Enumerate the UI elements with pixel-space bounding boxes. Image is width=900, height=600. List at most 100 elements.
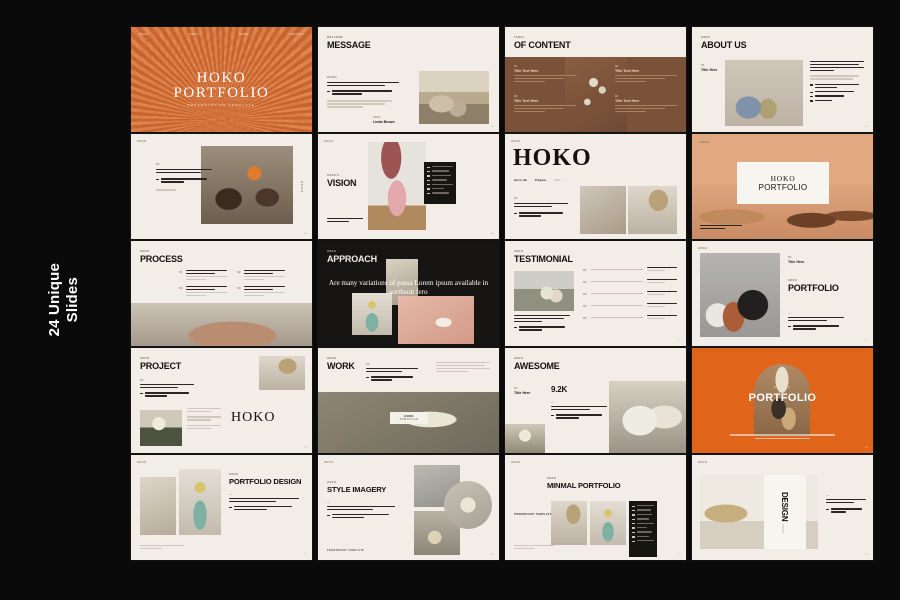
- page-number: 19: [677, 554, 681, 556]
- row-number: 01: [583, 267, 587, 272]
- dash-icon: [427, 188, 430, 190]
- side-label: 24 Unique Slides: [0, 0, 128, 600]
- content-body: 01 Title Text Here 02 Title Text Here 03…: [505, 57, 686, 132]
- cover-title: HOKO PORTFOLIO PRESENTATION TEMPLATE: [131, 70, 312, 107]
- photo-pink-vase: [368, 142, 426, 230]
- photo-vases: [725, 60, 803, 126]
- photo-clay-vase: [131, 303, 312, 346]
- slide-thumbnail-10[interactable]: HOKO APPROACH Are many variations of pas…: [318, 241, 499, 346]
- slide-thumbnail-15[interactable]: HOKO AWESOME 01 Title Here 9.2K —: [505, 348, 686, 453]
- dash-icon: [366, 376, 369, 379]
- slide-title: APPROACH: [327, 254, 377, 264]
- dash-icon: [427, 175, 430, 177]
- badge-card: HOKO PORTFOLIO: [390, 412, 428, 424]
- slide-thumbnail-11[interactable]: HOKO TESTIMONIAL 01 02 03 04 05 11: [505, 241, 686, 346]
- body-label: 01: [366, 362, 370, 366]
- slide-title: PROJECT: [140, 361, 182, 371]
- feature-list-box: [629, 501, 657, 557]
- photo-people: [419, 71, 489, 124]
- dash-icon: [632, 509, 635, 512]
- dash-icon: [810, 91, 813, 94]
- sub-number: 01: [701, 63, 705, 67]
- slide-thumbnail-02[interactable]: WELCOME MESSAGE HOKO CEO Linda Brown 02: [318, 27, 499, 132]
- dash-icon: [632, 536, 635, 538]
- toc-item-3[interactable]: 03 Title Text Here: [615, 65, 677, 84]
- corner-brand: HOKO: [324, 140, 334, 143]
- slide-title: PORTFOLIO DESIGN: [229, 477, 302, 486]
- meta-3: Hoko: [554, 179, 561, 182]
- dash-icon: [632, 505, 635, 507]
- dash-icon: [427, 184, 430, 186]
- slide-thumbnail-06[interactable]: HOKO HOKO'S VISION 06: [318, 134, 499, 239]
- sub-label: Title Here: [514, 391, 531, 395]
- slide-thumbnail-01[interactable]: HOKO INDEX WORK CONTACT HOKO PORTFOLIO P…: [131, 27, 312, 132]
- page-number: 18: [490, 554, 494, 556]
- toc-number: 01: [514, 65, 517, 68]
- header-band: TABLE OF CONTENT: [505, 27, 686, 57]
- slide-thumbnail-03[interactable]: TABLE OF CONTENT 01 Title Text Here 02 T…: [505, 27, 686, 132]
- cover-title-line2: PORTFOLIO: [173, 85, 270, 102]
- slide-thumbnail-09[interactable]: HOKO PROCESS 01 02 03 04: [131, 241, 312, 346]
- page-number: 13: [303, 447, 307, 449]
- nav-item-2: WORK: [239, 33, 249, 36]
- slide-thumbnail-19[interactable]: HOKO HOKO MINMAL PORTFOLIO POWERPOINT TE…: [505, 455, 686, 560]
- slide-eyebrow: HOKO: [327, 250, 337, 253]
- slide-thumbnail-18[interactable]: HOKO HOKO STYLE IMAGERY — POWERPOINT TEM…: [318, 455, 499, 560]
- meta-1: Get to the: [514, 179, 528, 182]
- toc-item-1[interactable]: 01 Title Text Here: [514, 65, 576, 84]
- dash-icon: [810, 100, 813, 102]
- badge-line-2: PORTFOLIO: [399, 418, 419, 421]
- dash-icon: [140, 392, 143, 395]
- slide-eyebrow: HOKO: [700, 141, 710, 144]
- photo-dried-flowers: [259, 356, 305, 390]
- toc-item-2[interactable]: 02 Title Text Here: [514, 95, 576, 114]
- small-print: [327, 100, 399, 108]
- slide-thumbnail-16[interactable]: HOKO'S PORTFOLIO 16: [692, 348, 873, 453]
- slide-title: PORTFOLIO: [748, 392, 817, 404]
- row-number: 02: [583, 279, 587, 284]
- slide-eyebrow: HOKO'S: [327, 174, 340, 177]
- card-side-label: HOKO: [781, 523, 785, 533]
- toc-item-4[interactable]: 04 Title Text Here: [615, 95, 677, 114]
- slide-thumbnail-14[interactable]: HOKO WORK 01 HOKO PORTFOLIO: [318, 348, 499, 453]
- body-marker: —: [229, 491, 233, 496]
- slide-eyebrow: HOKO: [701, 36, 711, 39]
- dash-icon: [632, 514, 635, 516]
- slide-title: AWESOME: [514, 361, 560, 371]
- corner-brand: HOKO: [511, 461, 521, 464]
- body-marker: —: [788, 311, 792, 315]
- dash-icon: [810, 84, 813, 86]
- dash-icon: [427, 192, 430, 195]
- slide-thumbnail-04[interactable]: HOKO ABOUT US 01 Title Here 04: [692, 27, 873, 132]
- slide-thumbnail-13[interactable]: HOKO PROJECT 01 HOKO 13: [131, 348, 312, 453]
- photo-roses: [514, 271, 574, 311]
- slide-title: PORTFOLIO: [788, 283, 839, 293]
- step-number: 03: [179, 285, 183, 290]
- body-marker: —: [327, 499, 331, 504]
- slide-thumbnail-17[interactable]: HOKO HOKO PORTFOLIO DESIGN — 17: [131, 455, 312, 560]
- photo-jars: [201, 146, 293, 224]
- dash-icon: [632, 523, 635, 525]
- page-number: 04: [864, 126, 868, 128]
- slide-title: MINMAL PORTFOLIO: [547, 481, 621, 490]
- slide-thumbnail-05[interactable]: HOKO 01 HOKO 05: [131, 134, 312, 239]
- dash-icon: [327, 514, 330, 516]
- slide-title: STYLE IMAGERY: [327, 485, 387, 494]
- side-label-text: 24 Unique Slides: [46, 263, 81, 336]
- toc-label: Title Text Here: [514, 69, 539, 73]
- page-number: 20: [864, 554, 868, 556]
- slide-thumbnail-07[interactable]: HOKO HOKO Get to the Purpose Hoko 01: [505, 134, 686, 239]
- card-title-1: HOKO: [770, 174, 796, 183]
- slide-eyebrow: HOKO: [140, 357, 150, 360]
- page-number: 06: [490, 233, 494, 235]
- testimonial-row: 02: [583, 278, 677, 285]
- corner-brand: HOKO: [698, 461, 708, 464]
- slide-thumbnail-12[interactable]: HOKO 01 Title Here HOKO PORTFOLIO — 12: [692, 241, 873, 346]
- approach-quote: Are many variations of passa Lorem ipsum…: [328, 279, 489, 296]
- slide-title: HOKO: [513, 145, 592, 171]
- slide-thumbnail-20[interactable]: HOKO DESIGN HOKO — 20: [692, 455, 873, 560]
- photo-flowers-corner: [505, 424, 545, 453]
- slide-thumbnail-08[interactable]: HOKO HOKO PORTFOLIO: [692, 134, 873, 239]
- process-step-3: 03: [179, 285, 227, 298]
- vertical-brand-text: HOKO: [299, 180, 304, 193]
